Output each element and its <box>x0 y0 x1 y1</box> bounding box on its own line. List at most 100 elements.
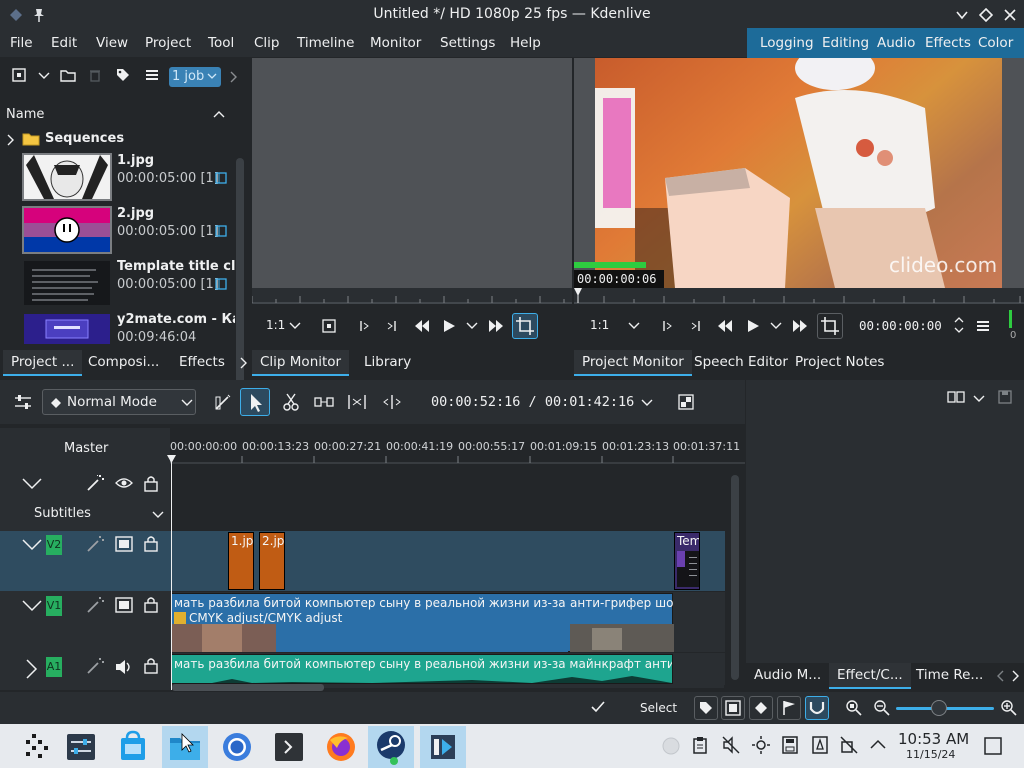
timeline-ruler[interactable]: 00:00:00:00 00:00:13:23 00:00:27:21 00:0… <box>170 440 745 464</box>
system-settings-icon[interactable] <box>58 726 104 768</box>
selection-tool-button[interactable] <box>240 388 270 416</box>
clip-monitor-ruler[interactable] <box>252 288 572 304</box>
timeline-clip[interactable]: 1.jpg <box>228 532 254 590</box>
collapse-chevron-icon[interactable] <box>22 539 42 551</box>
clip-name[interactable]: y2mate.com - Как <box>117 312 235 327</box>
tab-compositions[interactable]: Composi... <box>80 350 167 376</box>
magic-wand-icon[interactable] <box>86 474 104 492</box>
timeline-vertical-scrollbar[interactable] <box>731 475 739 680</box>
tab-project-bin[interactable]: Project ... <box>3 350 83 376</box>
chevron-down-icon[interactable] <box>973 395 985 403</box>
clip-thumbnail[interactable] <box>22 312 112 346</box>
chevron-down-icon[interactable] <box>641 399 653 407</box>
zoom-in-icon[interactable] <box>1001 700 1017 716</box>
lock-icon[interactable] <box>144 656 158 674</box>
slip-tool-icon[interactable] <box>382 394 402 410</box>
menu-clip[interactable]: Clip <box>254 35 280 51</box>
bin-column-header[interactable]: Name <box>0 104 230 126</box>
firefox-browser-icon[interactable] <box>318 726 364 768</box>
chevron-down-icon[interactable] <box>466 322 478 330</box>
layout-effects[interactable]: Effects <box>925 35 971 51</box>
magic-wand-icon[interactable] <box>86 596 104 614</box>
chevron-right-icon[interactable] <box>240 357 248 369</box>
close-icon[interactable] <box>1003 8 1017 22</box>
magic-wand-icon[interactable] <box>86 657 104 675</box>
zoom-out-icon[interactable] <box>874 700 890 716</box>
project-monitor-ruler[interactable] <box>574 288 1024 304</box>
menu-timeline[interactable]: Timeline <box>297 35 354 51</box>
tab-clip-monitor[interactable]: Clip Monitor <box>252 350 350 376</box>
bin-folder-sequences[interactable]: Sequences <box>45 131 124 146</box>
expand-chevron-icon[interactable] <box>7 134 15 146</box>
kdenlive-taskbar-icon[interactable] <box>420 726 466 768</box>
play-icon[interactable] <box>442 319 456 333</box>
chevron-right-icon[interactable] <box>1012 670 1020 682</box>
clock-time[interactable]: 10:53 AM <box>898 730 969 748</box>
clip-name[interactable]: 2.jpg <box>117 206 154 221</box>
timeline-timecode[interactable]: 00:00:52:16 / 00:01:42:16 <box>431 394 634 410</box>
add-clip-icon[interactable] <box>12 68 26 82</box>
tab-project-monitor[interactable]: Project Monitor <box>574 350 692 376</box>
tab-time-remapping[interactable]: Time Re... <box>908 663 991 689</box>
magic-wand-icon[interactable] <box>86 535 104 553</box>
visibility-eye-icon[interactable] <box>115 477 133 489</box>
trash-icon[interactable] <box>89 68 101 82</box>
lock-icon[interactable] <box>144 534 158 552</box>
razor-scissors-icon[interactable] <box>282 393 300 411</box>
tab-effects[interactable]: Effects <box>171 350 233 376</box>
timeline-preview-icon[interactable] <box>678 394 694 410</box>
app-launcher-icon[interactable] <box>12 726 58 768</box>
clipboard-icon[interactable] <box>692 736 708 754</box>
tag-icon[interactable] <box>116 68 130 82</box>
clip-monitor-zoom[interactable]: 1:1 <box>266 318 285 332</box>
track-settings-icon[interactable] <box>14 394 32 410</box>
save-preset-icon[interactable] <box>998 390 1012 404</box>
menu-tool[interactable]: Tool <box>208 35 234 51</box>
tab-speech-editor[interactable]: Speech Editor <box>686 350 796 376</box>
chevron-down-icon[interactable] <box>289 322 301 330</box>
clip-thumbnail[interactable] <box>22 206 112 254</box>
folder-icon[interactable] <box>60 68 76 82</box>
show-tags-button[interactable] <box>694 696 718 720</box>
lock-icon[interactable] <box>144 474 158 492</box>
storage-icon[interactable] <box>782 736 798 754</box>
crop-toggle-button[interactable] <box>817 313 843 339</box>
menu-monitor[interactable]: Monitor <box>370 35 421 51</box>
menu-view[interactable]: View <box>96 35 128 51</box>
compare-icon[interactable] <box>947 391 965 403</box>
crop-toggle-button[interactable] <box>512 313 538 339</box>
show-keyframes-button[interactable] <box>749 696 773 720</box>
zoom-slider-handle[interactable] <box>931 700 947 716</box>
show-desktop-icon[interactable] <box>984 737 1002 755</box>
notes-icon[interactable] <box>812 736 828 754</box>
chevron-down-icon[interactable] <box>152 511 164 519</box>
fast-forward-icon[interactable] <box>488 319 504 333</box>
timeline-audio-clip[interactable]: мать разбила битой компьютер сыну в реал… <box>171 654 673 684</box>
collapse-chevron-icon[interactable] <box>22 600 42 612</box>
clip-thumbnail[interactable] <box>22 153 112 201</box>
play-icon[interactable] <box>746 319 760 333</box>
rewind-icon[interactable] <box>717 319 733 333</box>
timeline-clip[interactable]: Tem <box>674 532 700 590</box>
maximize-icon[interactable] <box>979 8 993 22</box>
spacer-tool-icon[interactable] <box>314 394 334 410</box>
layout-editing[interactable]: Editing <box>822 35 869 51</box>
film-strip-icon[interactable] <box>115 536 133 552</box>
sort-chevron-up-icon[interactable] <box>213 110 225 118</box>
tab-project-notes[interactable]: Project Notes <box>787 350 892 376</box>
volume-muted-icon[interactable] <box>722 736 740 754</box>
menu-file[interactable]: File <box>10 35 33 51</box>
brightness-icon[interactable] <box>752 736 770 754</box>
set-in-point-icon[interactable] <box>660 319 674 333</box>
speaker-icon[interactable] <box>115 659 133 675</box>
set-in-point-icon[interactable] <box>357 319 371 333</box>
film-strip-icon[interactable] <box>115 597 133 613</box>
set-out-point-icon[interactable] <box>385 319 399 333</box>
chevron-up-icon[interactable] <box>870 739 886 749</box>
minimize-icon[interactable] <box>955 8 969 22</box>
safe-zone-icon[interactable] <box>322 319 336 333</box>
tab-library[interactable]: Library <box>356 350 419 376</box>
zoom-fit-icon[interactable] <box>846 700 862 716</box>
clip-name[interactable]: Template title clip <box>117 259 235 274</box>
layout-color[interactable]: Color <box>978 35 1013 51</box>
